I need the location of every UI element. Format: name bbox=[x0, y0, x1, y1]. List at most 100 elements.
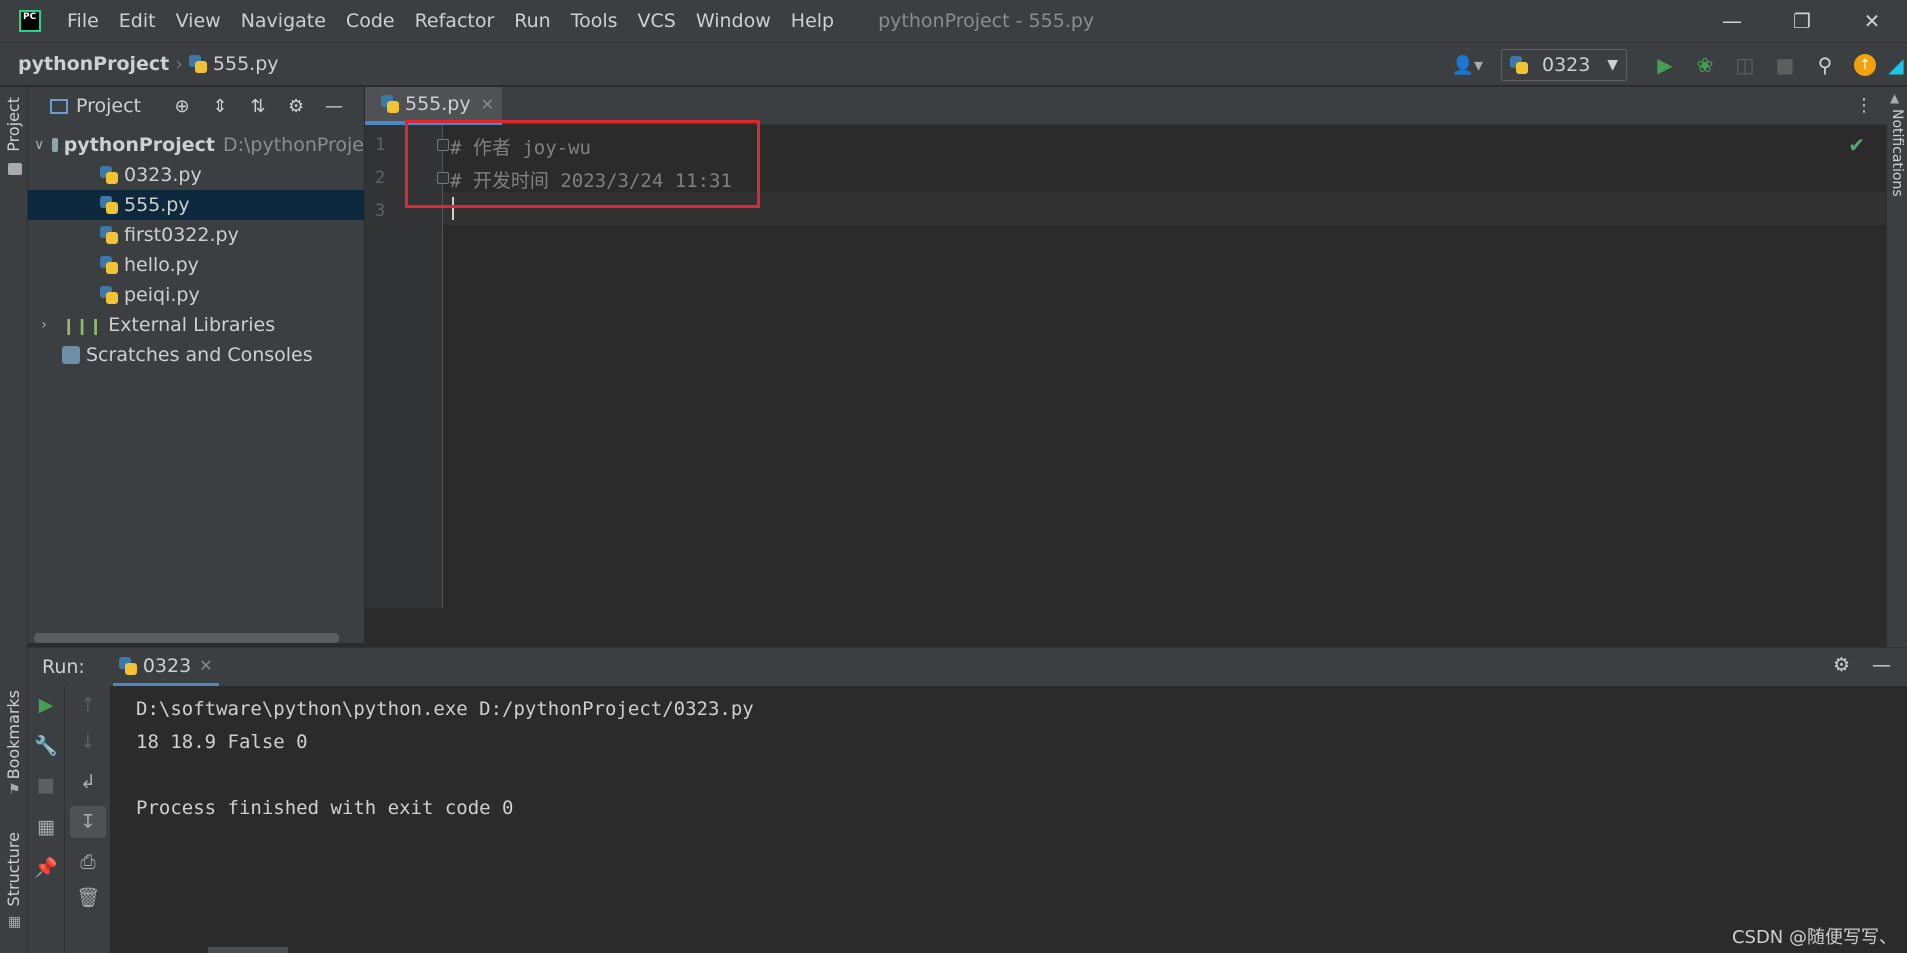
menu-window[interactable]: Window bbox=[696, 10, 771, 32]
folder-icon bbox=[52, 138, 58, 152]
pin-icon[interactable]: 📌 bbox=[28, 856, 64, 879]
toolbox-logo-icon[interactable]: ◢ bbox=[1885, 53, 1907, 77]
run-panel-header: Run: 0323 ✕ ⚙ — bbox=[28, 648, 1907, 686]
python-file-icon bbox=[100, 226, 118, 244]
external-libraries-label: External Libraries bbox=[108, 314, 276, 336]
close-icon[interactable]: ✕ bbox=[481, 95, 494, 114]
user-menu-icon[interactable]: 👤▾ bbox=[1452, 55, 1483, 76]
project-panel: Project ⊕ ⇕ ⇅ ⚙ — ∨ pythonProject D:\pyt… bbox=[28, 87, 365, 643]
python-file-icon bbox=[100, 286, 118, 304]
collapse-all-icon[interactable]: ⇅ bbox=[239, 96, 277, 117]
menu-file[interactable]: File bbox=[67, 10, 99, 32]
window-title: pythonProject - 555.py bbox=[878, 10, 1095, 32]
tree-file-label: 0323.py bbox=[124, 164, 202, 186]
project-panel-title[interactable]: Project bbox=[76, 95, 141, 117]
hide-panel-icon[interactable]: — bbox=[1872, 654, 1891, 676]
menu-vcs[interactable]: VCS bbox=[638, 10, 676, 32]
arrow-down-icon[interactable]: ↓ bbox=[70, 731, 106, 753]
run-tab[interactable]: 0323 ✕ bbox=[112, 648, 219, 686]
breadcrumb-file[interactable]: 555.py bbox=[188, 53, 279, 75]
tree-file[interactable]: 0323.py bbox=[28, 160, 364, 190]
breadcrumb-project[interactable]: pythonProject bbox=[18, 53, 169, 75]
debug-bug-icon[interactable]: ❀ bbox=[1685, 53, 1725, 77]
tree-file-selected[interactable]: 555.py bbox=[28, 190, 364, 220]
console-line: D:\software\python\python.exe D:/pythonP… bbox=[136, 698, 754, 720]
stop-icon[interactable]: ■ bbox=[1765, 53, 1805, 77]
bell-icon: ▲ bbox=[1890, 91, 1900, 105]
line-number: 1 bbox=[375, 135, 386, 155]
chevron-down-icon: ▼ bbox=[1607, 57, 1618, 73]
chevron-down-icon[interactable]: ∨ bbox=[34, 137, 44, 153]
python-file-icon bbox=[100, 256, 118, 274]
console-line: Process finished with exit code 0 bbox=[136, 797, 514, 819]
tree-external-libraries[interactable]: › ❙❙❙ External Libraries bbox=[28, 310, 364, 340]
layout-icon[interactable]: ▦ bbox=[28, 816, 64, 838]
editor-bottom-area bbox=[365, 608, 1887, 643]
wrench-icon[interactable]: 🔧 bbox=[28, 734, 64, 757]
tree-file[interactable]: peiqi.py bbox=[28, 280, 364, 310]
tree-file-label: hello.py bbox=[124, 254, 199, 276]
stop-icon[interactable]: ■ bbox=[28, 774, 64, 796]
menu-edit[interactable]: Edit bbox=[119, 10, 156, 32]
run-icon[interactable]: ▶ bbox=[1645, 53, 1685, 77]
navigation-bar: pythonProject › 555.py 👤▾ 0323 ▼ ▶ ❀ ◫ ■… bbox=[0, 42, 1907, 86]
coverage-icon[interactable]: ◫ bbox=[1725, 53, 1765, 77]
project-root-label: pythonProject bbox=[63, 134, 215, 156]
scroll-to-end-icon[interactable]: ↧ bbox=[70, 806, 106, 838]
gear-icon[interactable]: ⚙ bbox=[277, 96, 315, 117]
chevron-right-icon[interactable]: › bbox=[34, 317, 54, 333]
line-number: 3 bbox=[375, 201, 386, 221]
run-configuration-select[interactable]: 0323 ▼ bbox=[1501, 49, 1627, 81]
restore-button[interactable]: ❐ bbox=[1767, 0, 1837, 42]
tree-root-project[interactable]: ∨ pythonProject D:\pythonProje bbox=[28, 130, 364, 160]
menu-refactor[interactable]: Refactor bbox=[415, 10, 495, 32]
run-config-label: 0323 bbox=[1542, 54, 1591, 76]
tree-file[interactable]: hello.py bbox=[28, 250, 364, 280]
soft-wrap-icon[interactable]: ↲ bbox=[70, 771, 106, 793]
tree-file[interactable]: first0322.py bbox=[28, 220, 364, 250]
menu-help[interactable]: Help bbox=[791, 10, 834, 32]
print-icon[interactable]: ⎙ bbox=[70, 851, 106, 873]
trash-icon[interactable]: 🗑 bbox=[70, 886, 106, 909]
menu-navigate[interactable]: Navigate bbox=[241, 10, 326, 32]
arrow-up-icon[interactable]: ↑ bbox=[70, 694, 106, 716]
scratches-label: Scratches and Consoles bbox=[86, 344, 313, 366]
locate-target-icon[interactable]: ⊕ bbox=[163, 96, 201, 117]
more-options-icon[interactable]: ⋮ bbox=[1855, 95, 1873, 116]
tree-scratches[interactable]: Scratches and Consoles bbox=[28, 340, 364, 370]
run-toolbar-secondary: ↑ ↓ ↲ ↧ ⎙ 🗑 bbox=[64, 686, 110, 953]
bookmarks-tool-tab[interactable]: Bookmarks bbox=[4, 690, 23, 779]
close-window-button[interactable]: ✕ bbox=[1837, 0, 1907, 42]
checkmark-icon: ✔ bbox=[1848, 133, 1865, 157]
console-output[interactable]: D:\software\python\python.exe D:/pythonP… bbox=[136, 698, 754, 830]
python-file-icon bbox=[188, 55, 207, 73]
window-controls: — ❐ ✕ bbox=[1697, 0, 1907, 42]
update-icon[interactable]: ↑ bbox=[1845, 54, 1885, 76]
project-view-icon bbox=[50, 98, 68, 114]
structure-tool-tab[interactable]: Structure bbox=[4, 832, 23, 906]
close-icon[interactable]: ✕ bbox=[199, 656, 212, 675]
python-file-icon bbox=[100, 166, 118, 184]
main-menu: File Edit View Navigate Code Refactor Ru… bbox=[67, 10, 854, 32]
menu-run[interactable]: Run bbox=[514, 10, 550, 32]
menu-view[interactable]: View bbox=[176, 10, 221, 32]
tree-file-label: first0322.py bbox=[124, 224, 239, 246]
notifications-tool-tab[interactable]: Notifications bbox=[1889, 109, 1905, 197]
horizontal-scrollbar[interactable] bbox=[34, 633, 339, 643]
search-icon[interactable]: ⚲ bbox=[1805, 53, 1845, 77]
hide-panel-icon[interactable]: — bbox=[315, 96, 353, 117]
minimize-button[interactable]: — bbox=[1697, 0, 1767, 42]
code-editor[interactable]: 1 2 3 # 作者 joy-wu # 开发时间 2023/3/24 11:31… bbox=[365, 120, 1887, 608]
project-tool-tab[interactable]: Project bbox=[4, 97, 23, 152]
structure-icon: ▦ bbox=[8, 914, 22, 930]
annotation-highlight-box bbox=[405, 120, 760, 208]
menu-tools[interactable]: Tools bbox=[571, 10, 618, 32]
horizontal-scrollbar[interactable] bbox=[208, 947, 288, 953]
gear-icon[interactable]: ⚙ bbox=[1833, 654, 1850, 676]
expand-all-icon[interactable]: ⇕ bbox=[201, 96, 239, 117]
menu-code[interactable]: Code bbox=[346, 10, 395, 32]
rerun-icon[interactable]: ▶ bbox=[28, 694, 64, 716]
run-toolbar-primary: ▶ 🔧 ■ ▦ 📌 bbox=[28, 686, 64, 953]
left-tool-stripe: Project Bookmarks ⚑ Structure ▦ bbox=[0, 87, 28, 953]
